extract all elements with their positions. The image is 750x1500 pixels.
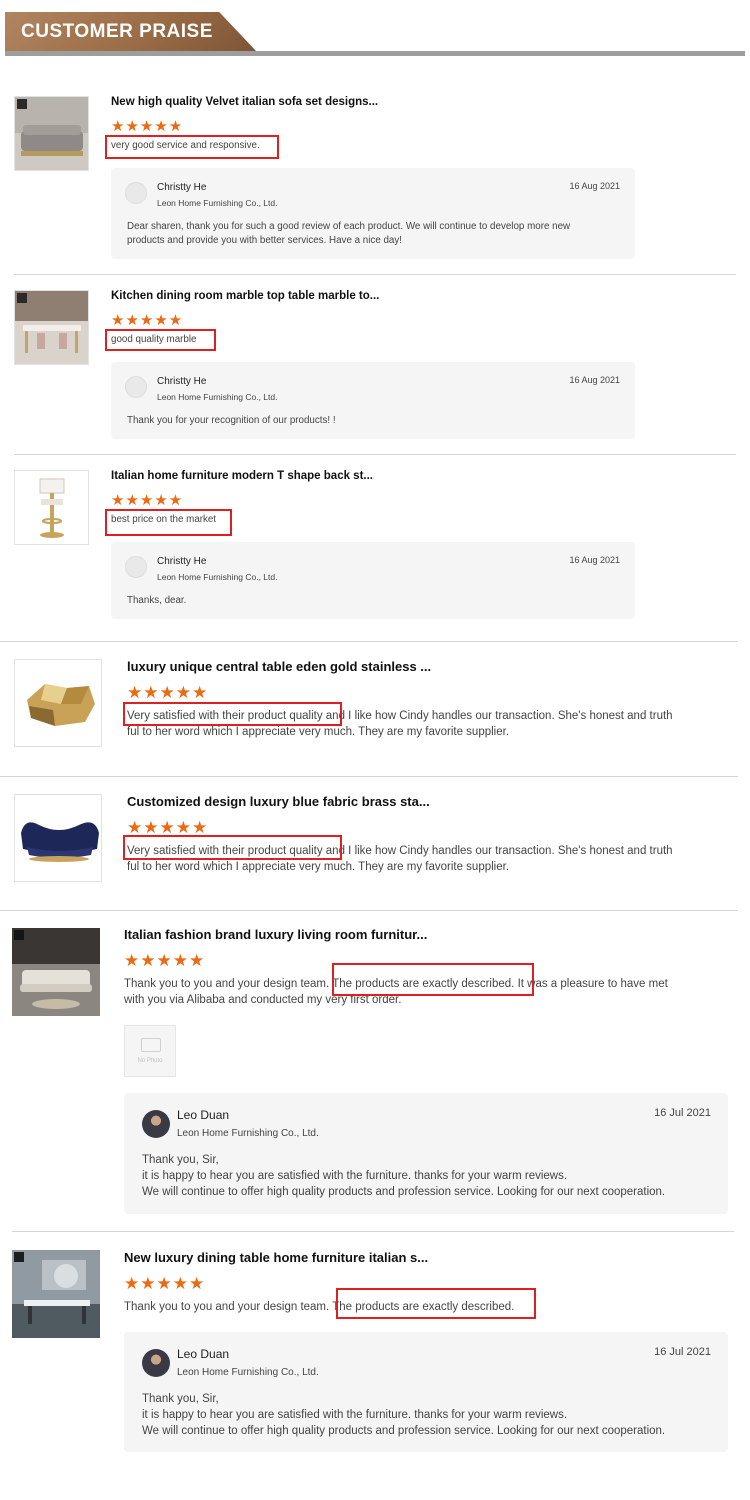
reply-author: Leo Duan [177, 1108, 230, 1122]
image-icon [141, 1038, 161, 1052]
review-divider [14, 454, 736, 455]
reply-text: Dear sharen, thank you for such a good r… [127, 220, 617, 248]
highlight-box [105, 135, 279, 159]
reply-date: 16 Aug 2021 [569, 375, 620, 385]
reply-date: 16 Aug 2021 [569, 181, 620, 191]
page-title: CUSTOMER PRAISE [21, 21, 213, 42]
seller-reply: Leo Duan Leon Home Furnishing Co., Ltd. … [124, 1093, 728, 1214]
reply-text: Thanks, dear. [127, 594, 617, 608]
review-divider [0, 641, 738, 642]
reply-line: Thanks, dear. [127, 595, 187, 606]
review-divider [12, 1231, 734, 1232]
header-divider [5, 51, 745, 56]
seller-reply: Christty He Leon Home Furnishing Co., Lt… [111, 168, 635, 259]
reply-company: Leon Home Furnishing Co., Ltd. [157, 392, 278, 402]
reply-author: Leo Duan [177, 1347, 230, 1361]
rating-stars: ★★★★★ [111, 312, 184, 329]
highlight-box [105, 509, 232, 536]
reply-company: Leon Home Furnishing Co., Ltd. [157, 572, 278, 582]
product-thumbnail[interactable] [14, 794, 102, 882]
avatar [125, 376, 147, 398]
reply-author: Christty He [157, 556, 207, 567]
reply-company: Leon Home Furnishing Co., Ltd. [177, 1367, 319, 1378]
page-header: CUSTOMER PRAISE [0, 0, 750, 56]
reply-line: We will continue to offer high quality p… [142, 1425, 666, 1437]
product-thumbnail[interactable] [12, 928, 100, 1016]
reply-date: 16 Aug 2021 [569, 555, 620, 565]
review-divider [14, 274, 736, 275]
product-thumbnail[interactable] [12, 1250, 100, 1338]
reply-line: Thank you, Sir, [142, 1154, 219, 1166]
product-title[interactable]: Italian fashion brand luxury living room… [124, 927, 427, 942]
rating-stars: ★★★★★ [124, 951, 206, 970]
avatar [142, 1110, 170, 1138]
reply-date: 16 Jul 2021 [654, 1107, 711, 1119]
product-title[interactable]: New high quality Velvet italian sofa set… [111, 96, 378, 108]
review-divider [0, 910, 738, 911]
seller-reply: Leo Duan Leon Home Furnishing Co., Ltd. … [124, 1332, 728, 1452]
seller-reply: Christty He Leon Home Furnishing Co., Lt… [111, 542, 635, 619]
reply-company: Leon Home Furnishing Co., Ltd. [157, 198, 278, 208]
avatar [142, 1349, 170, 1377]
product-title[interactable]: Kitchen dining room marble top table mar… [111, 290, 379, 302]
highlight-box [123, 702, 342, 726]
reply-company: Leon Home Furnishing Co., Ltd. [177, 1128, 319, 1139]
reply-line: We will continue to offer high quality p… [142, 1186, 666, 1198]
reply-author: Christty He [157, 376, 207, 387]
product-thumbnail[interactable] [14, 96, 89, 171]
seller-reply: Christty He Leon Home Furnishing Co., Lt… [111, 362, 635, 439]
reply-line: it is happy to hear you are satisfied wi… [142, 1409, 568, 1421]
title-banner: CUSTOMER PRAISE [5, 12, 257, 52]
reply-text: Thank you for your recognition of our pr… [127, 414, 617, 428]
product-title[interactable]: New luxury dining table home furniture i… [124, 1250, 428, 1265]
avatar [125, 556, 147, 578]
rating-stars: ★★★★★ [111, 118, 184, 135]
no-photo-label: No Photo [137, 1058, 163, 1064]
avatar [125, 182, 147, 204]
reply-line: products and provide you with better ser… [127, 235, 403, 246]
product-title[interactable]: luxury unique central table eden gold st… [127, 659, 431, 674]
reply-line: Dear sharen, thank you for such a good r… [127, 221, 571, 232]
reply-text: Thank you, Sir, it is happy to hear you … [142, 1391, 712, 1439]
highlight-box [105, 329, 216, 351]
review-photo-placeholder[interactable]: No Photo [124, 1025, 176, 1077]
product-thumbnail[interactable] [14, 290, 89, 365]
reply-line: Thank you for your recognition of our pr… [127, 415, 336, 426]
product-title[interactable]: Customized design luxury blue fabric bra… [127, 794, 430, 809]
reply-date: 16 Jul 2021 [654, 1346, 711, 1358]
highlight-box [332, 963, 534, 996]
product-title[interactable]: Italian home furniture modern T shape ba… [111, 470, 373, 482]
comment-line: ful to her word which I appreciate very … [127, 861, 510, 873]
reply-text: Thank you, Sir, it is happy to hear you … [142, 1152, 712, 1200]
reply-author: Christty He [157, 182, 207, 193]
highlight-box [336, 1288, 536, 1319]
rating-stars: ★★★★★ [124, 1274, 206, 1293]
reply-line: it is happy to hear you are satisfied wi… [142, 1170, 568, 1182]
rating-stars: ★★★★★ [111, 492, 184, 509]
highlight-box [123, 835, 342, 860]
rating-stars: ★★★★★ [127, 683, 209, 702]
review-divider [0, 776, 738, 777]
product-thumbnail[interactable] [14, 470, 89, 545]
comment-line: ful to her word which I appreciate very … [127, 726, 510, 738]
product-thumbnail[interactable] [14, 659, 102, 747]
reply-line: Thank you, Sir, [142, 1393, 219, 1405]
